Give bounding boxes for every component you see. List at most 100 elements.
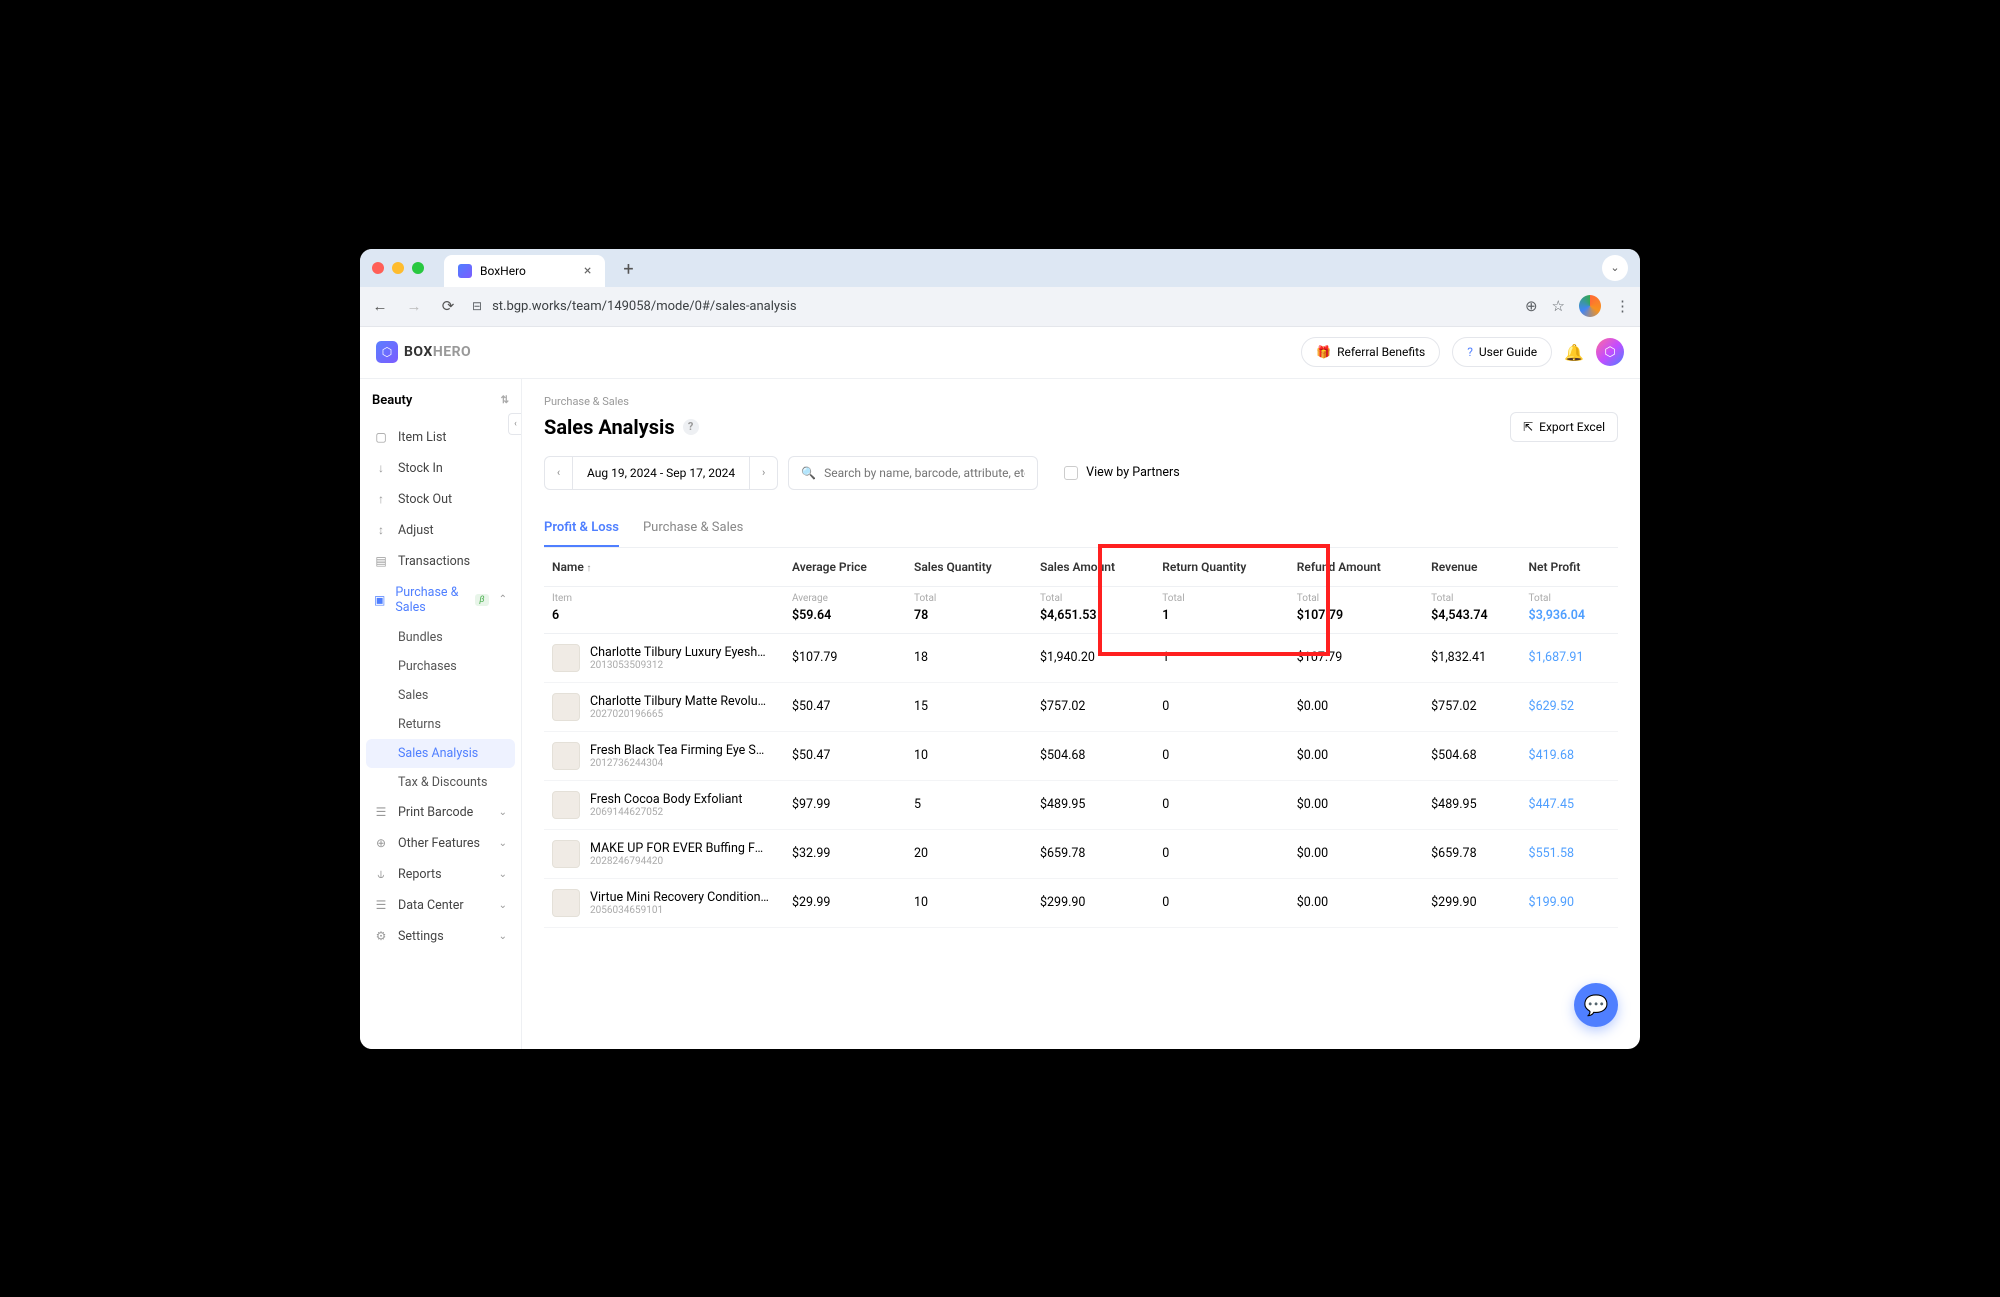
profile-avatar[interactable] <box>1579 295 1601 317</box>
item-sku: 2028246794420 <box>590 856 770 867</box>
nav-other-features[interactable]: ⊕Other Features⌄ <box>360 828 521 859</box>
cell-sa: $299.90 <box>1032 878 1154 927</box>
table-row[interactable]: Charlotte Tilbury Luxury Eyeshadow Palet… <box>544 633 1618 682</box>
workspace-selector[interactable]: Beauty ⇅ <box>360 379 521 422</box>
help-icon: ? <box>1467 345 1473 359</box>
date-prev-button[interactable]: ‹ <box>545 457 573 489</box>
date-range-picker[interactable]: ‹ Aug 19, 2024 - Sep 17, 2024 › <box>544 456 778 490</box>
nav-data-center[interactable]: ☰Data Center⌄ <box>360 890 521 921</box>
nav-reports[interactable]: ⫝Reports⌄ <box>360 859 521 890</box>
chevron-down-icon: ⌄ <box>499 931 507 942</box>
nav-tax-discounts[interactable]: Tax & Discounts <box>360 768 521 797</box>
cell-avg: $107.79 <box>784 633 906 682</box>
chevron-up-icon: ⌃ <box>499 594 507 605</box>
close-window[interactable] <box>372 262 384 274</box>
table-row[interactable]: Charlotte Tilbury Matte Revolution Lipst… <box>544 682 1618 731</box>
browser-tab[interactable]: BoxHero × <box>444 255 605 287</box>
cell-rq: 0 <box>1154 829 1288 878</box>
item-thumbnail <box>552 889 580 917</box>
back-button[interactable]: ← <box>370 297 390 315</box>
new-tab-button[interactable]: + <box>623 259 633 280</box>
sidebar-collapse-button[interactable]: ‹ <box>508 413 522 435</box>
site-info-icon[interactable]: ⊟ <box>472 299 482 313</box>
item-name: Fresh Black Tea Firming Eye Serum <box>590 743 770 758</box>
nav-bundles[interactable]: Bundles <box>360 623 521 652</box>
cell-rev: $489.95 <box>1423 780 1520 829</box>
user-guide-button[interactable]: ? User Guide <box>1452 337 1552 367</box>
notifications-icon[interactable]: 🔔 <box>1564 343 1584 362</box>
tab-close-icon[interactable]: × <box>584 263 591 279</box>
url-bar[interactable]: ⊟ st.bgp.works/team/149058/mode/0#/sales… <box>472 299 1511 314</box>
cell-sa: $504.68 <box>1032 731 1154 780</box>
nav-stock-in[interactable]: ↓Stock In <box>360 453 521 484</box>
reload-button[interactable]: ⟳ <box>438 297 458 315</box>
export-excel-button[interactable]: ⇱ Export Excel <box>1510 412 1618 442</box>
box-icon: ▢ <box>374 430 388 444</box>
bookmark-icon[interactable]: ☆ <box>1552 297 1565 315</box>
date-next-button[interactable]: › <box>749 457 777 489</box>
nav-purchases[interactable]: Purchases <box>360 652 521 681</box>
search-box[interactable]: 🔍 <box>788 456 1038 490</box>
item-sku: 2013053509312 <box>590 660 770 671</box>
nav-settings[interactable]: ⚙Settings⌄ <box>360 921 521 952</box>
tab-profit-loss[interactable]: Profit & Loss <box>544 510 619 547</box>
col-net-profit[interactable]: Net Profit <box>1521 548 1618 587</box>
zoom-icon[interactable]: ⊕ <box>1525 297 1538 315</box>
cell-np: $419.68 <box>1521 731 1618 780</box>
view-by-partners-checkbox[interactable]: View by Partners <box>1064 465 1180 480</box>
table-row[interactable]: Virtue Mini Recovery Conditioner20560346… <box>544 878 1618 927</box>
cell-avg: $97.99 <box>784 780 906 829</box>
tab-purchase-sales[interactable]: Purchase & Sales <box>643 510 743 547</box>
cell-sa: $1,940.20 <box>1032 633 1154 682</box>
sales-table: Name Average Price Sales Quantity Sales … <box>544 548 1618 928</box>
cell-sq: 5 <box>906 780 1032 829</box>
nav-item-list[interactable]: ▢Item List <box>360 422 521 453</box>
search-input[interactable] <box>824 466 1025 480</box>
table-row[interactable]: Fresh Cocoa Body Exfoliant2069144627052$… <box>544 780 1618 829</box>
chevron-down-icon: ⌄ <box>499 869 507 880</box>
filter-row: ‹ Aug 19, 2024 - Sep 17, 2024 › 🔍 View b… <box>544 456 1618 490</box>
cell-rev: $299.90 <box>1423 878 1520 927</box>
col-avg-price[interactable]: Average Price <box>784 548 906 587</box>
cell-sq: 10 <box>906 878 1032 927</box>
cell-rq: 1 <box>1154 633 1288 682</box>
user-avatar[interactable]: ⬡ <box>1596 338 1624 366</box>
nav-stock-out[interactable]: ↑Stock Out <box>360 484 521 515</box>
col-refund-amt[interactable]: Refund Amount <box>1289 548 1423 587</box>
more-icon[interactable]: ⋮ <box>1615 297 1630 315</box>
referral-benefits-button[interactable]: 🎁 Referral Benefits <box>1301 337 1440 367</box>
chevron-down-icon: ⌄ <box>499 838 507 849</box>
chevron-down-icon: ⌄ <box>499 900 507 911</box>
logo[interactable]: ⬡ BOXHERO <box>376 341 471 363</box>
table-row[interactable]: Fresh Black Tea Firming Eye Serum2012736… <box>544 731 1618 780</box>
download-icon: ↓ <box>374 461 388 475</box>
chat-support-button[interactable]: 💬 <box>1574 983 1618 1027</box>
nav-sales-analysis[interactable]: Sales Analysis <box>366 739 515 768</box>
cell-np: $629.52 <box>1521 682 1618 731</box>
minimize-window[interactable] <box>392 262 404 274</box>
col-name[interactable]: Name <box>544 548 784 587</box>
help-question-icon[interactable]: ? <box>683 419 699 435</box>
nav-returns[interactable]: Returns <box>360 710 521 739</box>
adjust-icon: ↕ <box>374 523 388 537</box>
nav-transactions[interactable]: ▤Transactions <box>360 546 521 577</box>
traffic-lights <box>372 262 424 274</box>
item-thumbnail <box>552 742 580 770</box>
forward-button[interactable]: → <box>404 297 424 315</box>
col-sales-qty[interactable]: Sales Quantity <box>906 548 1032 587</box>
col-revenue[interactable]: Revenue <box>1423 548 1520 587</box>
item-thumbnail <box>552 693 580 721</box>
nav-purchase-sales[interactable]: ▣ Purchase & Sales β ⌃ <box>360 577 521 623</box>
tabs-dropdown[interactable]: ⌄ <box>1602 255 1628 281</box>
gear-icon: ⚙ <box>374 929 388 943</box>
nav-print-barcode[interactable]: ☰Print Barcode⌄ <box>360 797 521 828</box>
cell-sa: $489.95 <box>1032 780 1154 829</box>
maximize-window[interactable] <box>412 262 424 274</box>
export-icon: ⇱ <box>1523 420 1533 434</box>
item-name: Charlotte Tilbury Matte Revolution Lipst… <box>590 694 770 709</box>
nav-sales[interactable]: Sales <box>360 681 521 710</box>
col-sales-amt[interactable]: Sales Amount <box>1032 548 1154 587</box>
table-row[interactable]: MAKE UP FOR EVER Buffing Foundation Bru.… <box>544 829 1618 878</box>
col-return-qty[interactable]: Return Quantity <box>1154 548 1288 587</box>
nav-adjust[interactable]: ↕Adjust <box>360 515 521 546</box>
